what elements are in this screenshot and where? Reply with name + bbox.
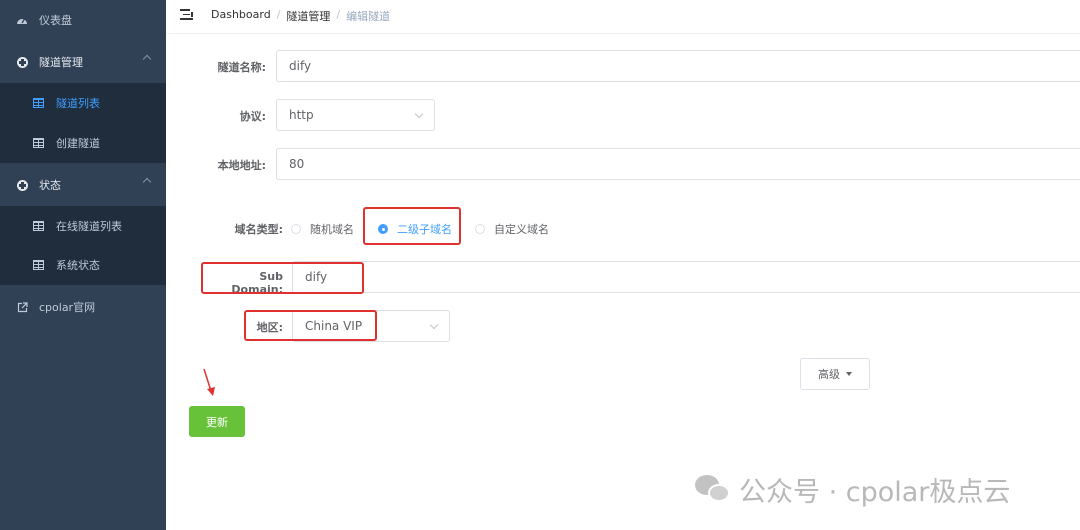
table-icon — [32, 259, 44, 271]
table-icon — [32, 220, 44, 232]
subdomain-input[interactable]: dify — [292, 261, 1080, 293]
sidebar-item-system-status[interactable]: 系统状态 — [0, 245, 166, 285]
sidebar-item-create-tunnel[interactable]: 创建隧道 — [0, 123, 166, 163]
sidebar-item-status[interactable]: 状态 — [0, 165, 166, 205]
domain-type-label: 域名类型: — [234, 223, 283, 236]
sidebar-item-label: 状态 — [39, 179, 61, 192]
table-icon — [32, 137, 44, 149]
wechat-logo-icon — [695, 474, 731, 505]
sidebar-item-label: 隧道管理 — [39, 56, 83, 69]
caret-down-icon — [846, 372, 852, 376]
update-button[interactable]: 更新 — [189, 406, 245, 437]
chevron-down-icon — [414, 109, 424, 119]
sidebar-item-label: cpolar官网 — [39, 301, 96, 314]
sidebar-item-dashboard[interactable]: 仪表盘 — [0, 0, 166, 40]
sidebar-item-label: 仪表盘 — [39, 14, 72, 27]
red-arrow-icon — [203, 368, 215, 396]
sidebar-item-cpolar-site[interactable]: cpolar官网 — [0, 287, 166, 327]
sidebar-item-label: 创建隧道 — [56, 137, 100, 150]
update-label: 更新 — [206, 415, 228, 429]
radio-circle-icon — [475, 224, 485, 234]
sidebar-item-online-tunnels[interactable]: 在线隧道列表 — [0, 206, 166, 246]
tunnel-name-value: dify — [289, 59, 312, 73]
radio-label: 自定义域名 — [494, 223, 549, 236]
dashboard-icon — [16, 14, 28, 26]
protocol-value: http — [289, 108, 314, 122]
sidebar-item-tunnel-management[interactable]: 隧道管理 — [0, 42, 166, 82]
radio-label: 随机域名 — [310, 223, 354, 236]
local-address-label: 本地地址: — [217, 159, 266, 172]
local-address-value: 80 — [289, 157, 305, 171]
sidebar-item-tunnel-list[interactable]: 隧道列表 — [0, 83, 166, 123]
menu-toggle-icon[interactable] — [180, 9, 193, 20]
breadcrumb-edit-tunnel: 编辑隧道 — [346, 10, 391, 23]
breadcrumb: Dashboard / 隧道管理 / 编辑隧道 — [211, 8, 390, 24]
radio-random-domain[interactable]: 随机域名 — [291, 221, 354, 237]
highlight-box-domain-type — [363, 207, 461, 245]
highlight-box-region — [244, 310, 377, 341]
plus-circle-icon — [16, 56, 28, 68]
sidebar-item-label: 系统状态 — [56, 259, 100, 272]
radio-custom-domain[interactable]: 自定义域名 — [475, 221, 549, 237]
tunnel-name-label: 隧道名称: — [217, 61, 266, 74]
radio-circle-icon — [291, 224, 301, 234]
advanced-button[interactable]: 高级 — [800, 358, 870, 390]
tunnel-name-input[interactable]: dify — [276, 50, 1080, 82]
protocol-label: 协议: — [239, 110, 266, 123]
sidebar-item-label: 在线隧道列表 — [56, 220, 122, 233]
chevron-down-icon — [429, 320, 439, 330]
sidebar: 仪表盘 隧道管理 隧道列表 创建隧道 状态 在线隧道列表 系统状态 cpolar… — [0, 0, 166, 530]
table-icon — [32, 97, 44, 109]
breadcrumb-dashboard[interactable]: Dashboard — [211, 8, 271, 24]
highlight-box-subdomain — [201, 262, 364, 294]
advanced-label: 高级 — [818, 368, 840, 381]
chevron-up-icon — [142, 177, 152, 187]
local-address-input[interactable]: 80 — [276, 148, 1080, 180]
external-link-icon — [16, 301, 28, 313]
watermark: 公众号 · cpolar极点云 — [695, 470, 1010, 509]
plus-circle-icon — [16, 179, 28, 191]
breadcrumb-separator: / — [276, 8, 281, 21]
breadcrumb-tunnel-management[interactable]: 隧道管理 — [286, 8, 330, 24]
sidebar-item-label: 隧道列表 — [56, 97, 100, 110]
top-bar: Dashboard / 隧道管理 / 编辑隧道 — [166, 0, 1080, 34]
chevron-up-icon — [142, 54, 152, 64]
watermark-text: 公众号 · cpolar极点云 — [739, 477, 1011, 508]
protocol-select[interactable]: http — [276, 99, 435, 131]
breadcrumb-separator: / — [336, 8, 341, 21]
